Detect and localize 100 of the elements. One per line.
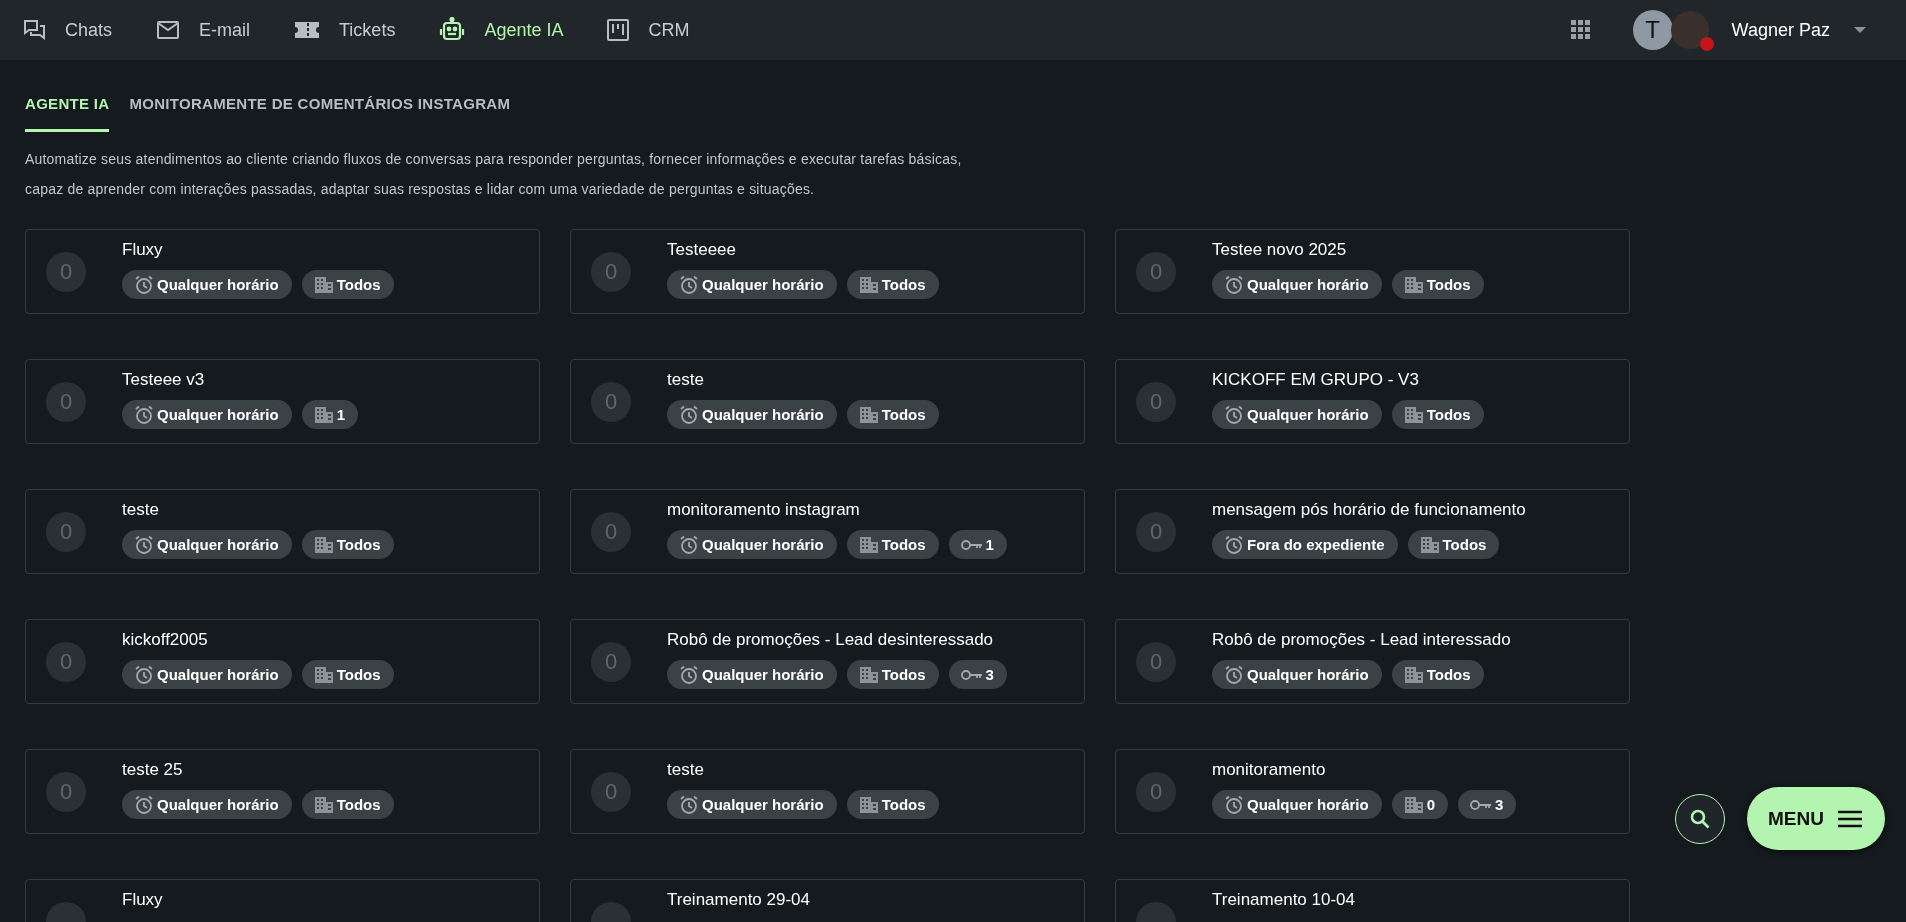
alarm-clock-icon (679, 534, 699, 555)
nav-tab[interactable]: CRM (607, 0, 690, 60)
schedule-tag: Qualquer horário (1212, 400, 1382, 429)
schedule-tag: Qualquer horário (122, 660, 292, 689)
agent-title: teste (122, 500, 160, 520)
caret-icon[interactable] (1854, 26, 1866, 34)
agent-title: teste (667, 760, 705, 780)
building-icon (1419, 535, 1440, 554)
kanban-board-icon (607, 19, 630, 41)
schedule-tag: Qualquer horário (667, 270, 837, 299)
company-tag: Todos (301, 660, 394, 689)
building-icon (858, 665, 879, 684)
building-icon (1403, 405, 1424, 424)
company-tag: Todos (846, 530, 939, 559)
search-icon (1689, 807, 1712, 830)
agent-title: kickoff2005 (122, 630, 209, 650)
company-tag: Todos (301, 270, 394, 299)
alarm-clock-icon (134, 404, 154, 425)
envelope-icon (156, 18, 181, 42)
alarm-clock-icon (134, 534, 154, 555)
agent-title: Treinamento 29-04 (667, 890, 810, 910)
company-tag: Todos (301, 790, 394, 819)
key-tag: 1 (948, 530, 1007, 559)
nav-tab[interactable]: Agente IA (439, 0, 564, 60)
alarm-clock-icon (679, 404, 699, 425)
alarm-clock-icon (1224, 664, 1244, 685)
building-icon (858, 275, 879, 294)
nav-tab[interactable]: E-mail (156, 0, 251, 60)
alarm-clock-icon (1224, 404, 1244, 425)
description-text: capaz de aprender com interações passadas, adaptar suas respostas e lidar com uma variedade de perguntas e situações. (25, 180, 816, 199)
building-icon (313, 795, 334, 814)
key-tag: 3 (1458, 790, 1517, 819)
schedule-tag: Qualquer horário (1212, 270, 1382, 299)
agent-title: teste 25 (122, 760, 184, 780)
agent-title: Robô de promoções - Lead desinteressado (667, 630, 995, 650)
status-dot (1699, 37, 1714, 51)
building-icon (1403, 275, 1424, 294)
agent-card[interactable]: Fluxy (25, 879, 540, 922)
schedule-tag: Qualquer horário (667, 530, 837, 559)
key-tag: 3 (948, 660, 1007, 689)
agent-card[interactable]: Treinamento 10-04 (1115, 879, 1630, 922)
company-tag: Todos (846, 660, 939, 689)
agent-title: Testee novo 2025 (1212, 240, 1348, 260)
agent-title: monitoramento (1212, 760, 1327, 780)
schedule-tag: Qualquer horário (122, 530, 292, 559)
schedule-tag: Qualquer horário (122, 400, 292, 429)
agent-title: mensagem pós horário de funcionamento (1212, 500, 1526, 520)
agent-card[interactable]: Treinamento 29-04 (570, 879, 1085, 922)
schedule-tag: Qualquer horário (667, 400, 837, 429)
section-tab[interactable]: AGENTE IA (25, 95, 110, 132)
avatar-initial: T (1632, 10, 1673, 50)
agent-title: teste (667, 370, 705, 390)
company-tag: Todos (1391, 660, 1484, 689)
alarm-clock-icon (134, 794, 154, 815)
schedule-tag: Qualquer horário (667, 790, 837, 819)
agent-title: Fluxy (122, 890, 163, 910)
building-icon (313, 665, 334, 684)
building-icon (858, 535, 879, 554)
schedule-tag: Qualquer horário (122, 270, 292, 299)
company-tag: Todos (301, 530, 394, 559)
nav-tab[interactable]: Chats (22, 0, 113, 60)
schedule-tag: Qualquer horário (1212, 660, 1382, 689)
alarm-clock-icon (134, 274, 154, 295)
company-tag: Todos (1391, 400, 1484, 429)
building-icon (1403, 665, 1424, 684)
key-icon (960, 537, 983, 552)
key-icon (960, 667, 983, 682)
alarm-clock-icon (134, 664, 154, 685)
agent-title: Robô de promoções - Lead interessado (1212, 630, 1511, 650)
schedule-tag: Qualquer horário (667, 660, 837, 689)
robot-icon (439, 17, 466, 43)
section-tab[interactable]: MONITORAMENTE DE COMENTÁRIOS INSTAGRAM (129, 95, 511, 132)
building-icon (858, 795, 879, 814)
description-text: Automatize seus atendimentos ao cliente criando fluxos de conversas para responder perguntas, fornecer informações e executar tarefas básicas, (25, 150, 963, 169)
agent-title: KICKOFF EM GRUPO - V3 (1212, 370, 1420, 390)
chat-bubbles-icon (22, 18, 46, 42)
building-icon (313, 275, 334, 294)
schedule-tag: Fora do expediente (1212, 530, 1398, 559)
apps-grid-icon[interactable] (1570, 20, 1591, 40)
alarm-clock-icon (679, 274, 699, 295)
building-icon (313, 535, 334, 554)
schedule-tag: Qualquer horário (1212, 790, 1382, 819)
agent-title: Fluxy (122, 240, 164, 260)
ticket-icon (294, 19, 321, 41)
agent-title: monitoramento instagram (667, 500, 861, 520)
agent-title: Testeee v3 (122, 370, 206, 390)
company-tag: Todos (846, 790, 939, 819)
company-tag: Todos (1407, 530, 1500, 559)
building-icon (858, 405, 879, 424)
user-name[interactable]: Wagner Paz (1731, 19, 1830, 41)
company-tag: Todos (1391, 270, 1484, 299)
alarm-clock-icon (1224, 534, 1244, 555)
menu-button[interactable]: MENU (1747, 787, 1885, 850)
schedule-tag: Qualquer horário (122, 790, 292, 819)
agent-title: Treinamento 10-04 (1212, 890, 1355, 910)
agent-title: Testeeee (667, 240, 737, 260)
company-tag: Todos (846, 270, 939, 299)
alarm-clock-icon (1224, 274, 1244, 295)
building-icon (313, 405, 334, 424)
nav-tab[interactable]: Tickets (294, 0, 396, 60)
